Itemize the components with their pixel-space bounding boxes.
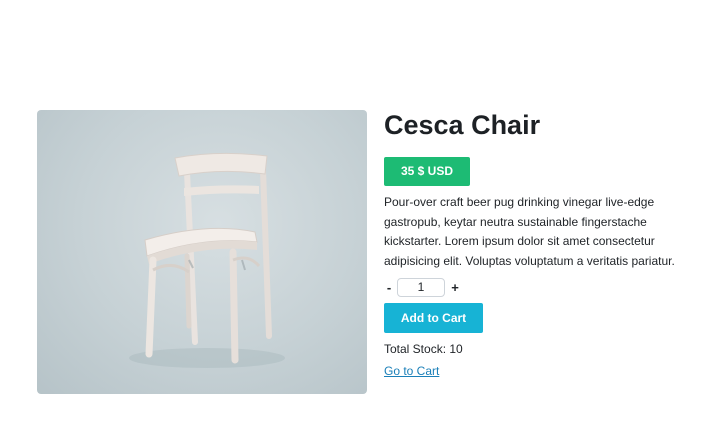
product-details: Cesca Chair 35 $ USD Pour-over craft bee… (384, 108, 684, 380)
product-page: Cesca Chair 35 $ USD Pour-over craft bee… (0, 0, 717, 436)
quantity-stepper: - + (384, 277, 684, 297)
product-title: Cesca Chair (384, 110, 541, 140)
product-image (37, 110, 367, 394)
total-stock: Total Stock: 10 (384, 342, 463, 356)
chair-illustration (129, 152, 285, 368)
decrement-button[interactable]: - (384, 280, 394, 295)
price-badge: 35 $ USD (384, 157, 470, 186)
increment-button[interactable]: + (450, 280, 460, 295)
quantity-input[interactable] (397, 277, 445, 297)
add-to-cart-button[interactable]: Add to Cart (384, 303, 483, 333)
go-to-cart-link[interactable]: Go to Cart (384, 364, 439, 378)
product-description: Pour-over craft beer pug drinking vinega… (384, 195, 675, 268)
